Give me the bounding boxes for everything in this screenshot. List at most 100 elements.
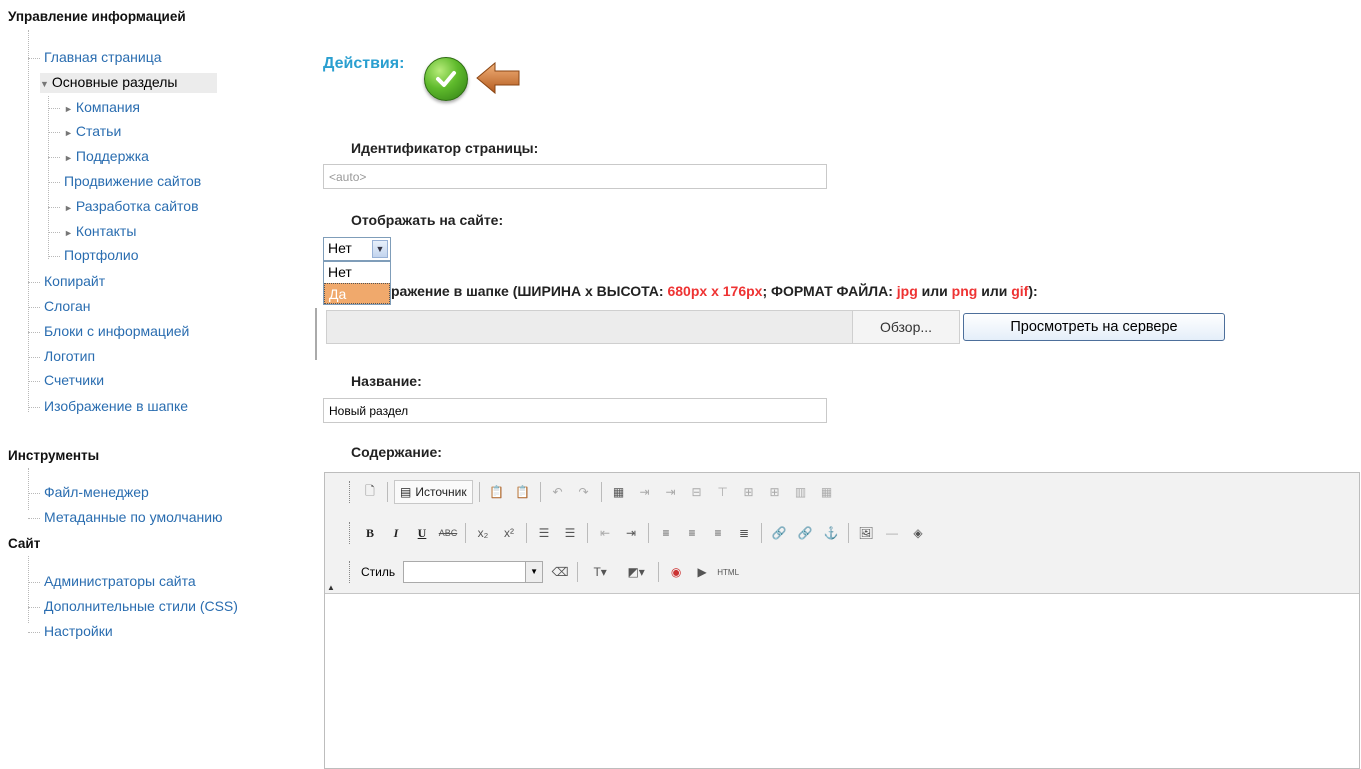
sidebar-item-copyright[interactable]: Копирайт xyxy=(28,272,105,290)
anchor-icon[interactable]: ⚓ xyxy=(820,522,842,544)
sidebar-item-articles[interactable]: ► Статьи xyxy=(48,122,121,142)
align-right-icon[interactable]: ≡ xyxy=(707,522,729,544)
editor-content-area[interactable] xyxy=(325,594,1359,768)
superscript-icon[interactable]: x² xyxy=(498,522,520,544)
merge-cells-icon[interactable]: ⊞ xyxy=(738,481,760,503)
strikethrough-icon[interactable]: ABC xyxy=(437,522,459,544)
sidebar-item-slogan[interactable]: Слоган xyxy=(28,297,91,315)
sidebar-title-tools: Инструменты xyxy=(8,448,100,463)
source-icon: ▤ xyxy=(400,485,412,499)
sidebar-item-main-sections[interactable]: ▼ Основные разделы xyxy=(40,73,218,93)
header-image-label: ражение в шапке (ШИРИНА x ВЫСОТА: 680px … xyxy=(391,283,1038,299)
sidebar-item-label: Контакты xyxy=(75,223,137,239)
name-input[interactable] xyxy=(323,398,827,423)
align-center-icon[interactable]: ≡ xyxy=(681,522,703,544)
sidebar-item-logo[interactable]: Логотип xyxy=(28,347,95,365)
page-id-input[interactable] xyxy=(323,164,827,189)
unlink-icon[interactable]: 🔗 xyxy=(794,522,816,544)
subscript-icon[interactable]: x₂ xyxy=(472,522,494,544)
sidebar-item-label: Поддержка xyxy=(75,148,149,164)
format-gif: gif xyxy=(1011,283,1029,299)
eraser-icon[interactable]: ⌫ xyxy=(549,561,571,583)
collapse-toolbar-icon[interactable]: ▲ xyxy=(327,583,335,592)
sidebar-item-header-image[interactable]: Изображение в шапке xyxy=(28,397,188,415)
view-on-server-button[interactable]: Просмотреть на сервере xyxy=(963,313,1225,341)
show-on-site-label: Отображать на сайте: xyxy=(351,212,504,228)
label-text: ражение в шапке (ШИРИНА x ВЫСОТА: xyxy=(391,283,668,299)
label-text: или xyxy=(977,283,1012,299)
table-props-icon[interactable]: ▦ xyxy=(816,481,838,503)
bulleted-list-icon[interactable]: ☰ xyxy=(559,522,581,544)
file-path-input[interactable] xyxy=(326,310,853,344)
sidebar-item-support[interactable]: ► Поддержка xyxy=(48,147,149,167)
delete-col-icon[interactable]: ⊤ xyxy=(712,481,734,503)
link-icon[interactable]: 🔗 xyxy=(768,522,790,544)
flash-icon[interactable]: ◉ xyxy=(665,561,687,583)
save-button[interactable] xyxy=(424,57,468,101)
back-arrow-icon[interactable] xyxy=(475,61,521,95)
paste-word-icon[interactable]: 📋 xyxy=(512,481,534,503)
italic-icon[interactable]: I xyxy=(385,522,407,544)
sidebar-item-label: Файл-менеджер xyxy=(44,484,149,500)
browse-button[interactable]: Обзор... xyxy=(852,310,960,344)
special-char-icon[interactable]: ◈ xyxy=(907,522,929,544)
toolbar-grip[interactable] xyxy=(349,561,353,583)
sidebar-item-seo[interactable]: Продвижение сайтов xyxy=(48,172,201,190)
sidebar-item-company[interactable]: ► Компания xyxy=(48,98,140,118)
redo-icon[interactable]: ↷ xyxy=(573,481,595,503)
sidebar-item-label: Администраторы сайта xyxy=(44,573,196,589)
sidebar-item-blocks[interactable]: Блоки с информацией xyxy=(28,322,189,340)
insert-col-icon[interactable]: ⇥ xyxy=(660,481,682,503)
source-label: Источник xyxy=(415,485,467,499)
split-cells-icon[interactable]: ⊞ xyxy=(764,481,786,503)
source-button[interactable]: ▤ Источник xyxy=(394,480,473,504)
chevron-down-icon: ▼ xyxy=(525,562,543,582)
cell-props-icon[interactable]: ▥ xyxy=(790,481,812,503)
text-color-icon[interactable]: T▾ xyxy=(584,561,616,583)
new-page-icon[interactable]: 🗋 xyxy=(359,481,381,503)
collapsed-triangle-icon: ► xyxy=(64,128,73,138)
chevron-down-icon[interactable]: ▼ xyxy=(372,240,388,258)
undo-icon[interactable]: ↶ xyxy=(547,481,569,503)
sidebar-item-css[interactable]: Дополнительные стили (CSS) xyxy=(28,597,238,615)
delete-row-icon[interactable]: ⊟ xyxy=(686,481,708,503)
sidebar-item-label: Основные разделы xyxy=(51,74,178,90)
horizontal-rule-icon[interactable]: ― xyxy=(881,522,903,544)
sidebar-item-portfolio[interactable]: Портфолио xyxy=(48,246,139,264)
image-icon[interactable]: 🖼 xyxy=(855,522,877,544)
sidebar-item-counters[interactable]: Счетчики xyxy=(28,371,104,389)
paste-text-icon[interactable]: 📋 xyxy=(486,481,508,503)
toolbar-grip[interactable] xyxy=(349,481,353,503)
show-on-site-select[interactable]: Нет ▼ xyxy=(323,237,391,261)
sidebar-item-label: Настройки xyxy=(44,623,113,639)
dropdown-option-yes[interactable]: Да xyxy=(324,283,390,304)
numbered-list-icon[interactable]: ☰ xyxy=(533,522,555,544)
sidebar-item-settings[interactable]: Настройки xyxy=(28,622,113,640)
insert-row-icon[interactable]: ⇥ xyxy=(634,481,656,503)
checkmark-icon xyxy=(436,71,456,87)
label-text: ; ФОРМАТ ФАЙЛА: xyxy=(762,283,897,299)
sidebar-item-default-meta[interactable]: Метаданные по умолчанию xyxy=(28,508,223,526)
toolbar-grip[interactable] xyxy=(349,522,353,544)
sidebar-item-contacts[interactable]: ► Контакты xyxy=(48,222,136,242)
media-icon[interactable]: ▶ xyxy=(691,561,713,583)
sidebar-item-dev[interactable]: ► Разработка сайтов xyxy=(48,197,199,217)
underline-icon[interactable]: U xyxy=(411,522,433,544)
sidebar-item-label: Копирайт xyxy=(44,273,106,289)
table-icon[interactable]: ▦ xyxy=(608,481,630,503)
outdent-icon[interactable]: ⇤ xyxy=(594,522,616,544)
indent-icon[interactable]: ⇥ xyxy=(620,522,642,544)
align-left-icon[interactable]: ≡ xyxy=(655,522,677,544)
align-justify-icon[interactable]: ≣ xyxy=(733,522,755,544)
dropdown-option-no[interactable]: Нет xyxy=(324,262,390,283)
sidebar-item-admins[interactable]: Администраторы сайта xyxy=(28,572,196,590)
collapsed-triangle-icon: ► xyxy=(64,203,73,213)
style-select[interactable]: ▼ xyxy=(403,561,544,583)
bold-icon[interactable]: B xyxy=(359,522,381,544)
panel-splitter[interactable] xyxy=(315,308,317,360)
bg-color-icon[interactable]: ◩▾ xyxy=(620,561,652,583)
sidebar-item-file-manager[interactable]: Файл-менеджер xyxy=(28,483,149,501)
html-icon[interactable]: HTML xyxy=(717,561,739,583)
sidebar-item-home[interactable]: Главная страница xyxy=(28,48,162,66)
label-text: или xyxy=(917,283,952,299)
